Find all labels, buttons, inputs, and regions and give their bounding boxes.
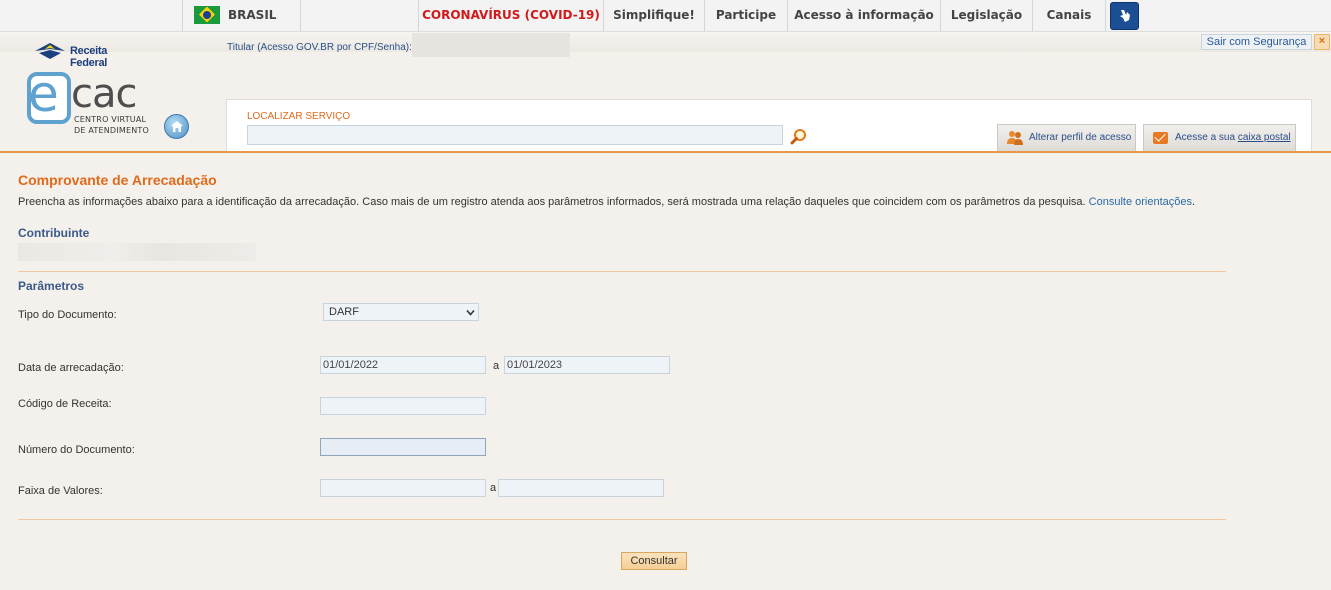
gov-brasil-label: BRASIL <box>228 8 277 22</box>
data-fim-input[interactable] <box>504 356 670 374</box>
search-label: LOCALIZAR SERVIÇO <box>247 111 351 122</box>
caixa-postal-button[interactable]: Acesse a sua caixa postal <box>1143 124 1296 151</box>
gov-brasil-link[interactable]: BRASIL <box>182 0 301 31</box>
tipo-documento-value: DARF <box>329 306 359 318</box>
receita-federal-mark-icon <box>35 43 65 59</box>
gov-legislacao-link[interactable]: Legislação <box>941 0 1033 31</box>
contribuinte-redacted <box>18 243 256 261</box>
users-icon <box>1007 131 1023 145</box>
instructions-text: Preencha as informações abaixo para a id… <box>18 196 1195 208</box>
tipo-documento-label: Tipo do Documento: <box>18 309 117 321</box>
consultar-button[interactable]: Consultar <box>621 552 687 570</box>
faixa-fim-input[interactable] <box>498 479 664 497</box>
numero-documento-input[interactable] <box>320 438 486 456</box>
libras-accessibility-icon[interactable] <box>1110 2 1139 30</box>
search-icon[interactable] <box>790 128 808 146</box>
consulte-orientacoes-link[interactable]: Consulte orientações <box>1089 196 1192 208</box>
home-icon[interactable] <box>164 114 189 139</box>
gov-participe-link[interactable]: Participe <box>705 0 788 31</box>
header-divider <box>0 151 1331 153</box>
gov-top-bar: BRASIL CORONAVÍRUS (COVID-19) Simplifiqu… <box>0 0 1331 32</box>
contribuinte-heading: Contribuinte <box>18 226 90 240</box>
ecac-logo[interactable]: e cac CENTRO VIRTUAL DE ATENDIMENTO <box>27 65 157 140</box>
ecac-e-letter: e <box>28 65 59 123</box>
titular-label: Titular (Acesso GOV.BR por CPF/Senha): <box>227 42 412 53</box>
search-input[interactable] <box>247 125 783 145</box>
header-band <box>0 32 1331 52</box>
gov-covid-link[interactable]: CORONAVÍRUS (COVID-19) <box>418 0 604 31</box>
ecac-cac-letters: cac <box>71 71 137 117</box>
parametros-heading: Parâmetros <box>18 279 85 293</box>
chevron-down-icon <box>466 309 475 316</box>
tipo-documento-select[interactable]: DARF <box>323 303 479 321</box>
form-divider <box>18 519 1226 520</box>
gov-simplifique-link[interactable]: Simplifique! <box>604 0 705 31</box>
ecac-subtitle-line1: CENTRO VIRTUAL <box>74 115 147 124</box>
close-icon[interactable]: × <box>1314 34 1330 50</box>
numero-documento-label: Número do Documento: <box>18 444 135 456</box>
alterar-perfil-button[interactable]: Alterar perfil de acesso <box>997 124 1136 151</box>
gov-acesso-informacao-link[interactable]: Acesso à informação <box>788 0 941 31</box>
receita-federal-label: Receita Federal <box>70 45 108 69</box>
envelope-icon <box>1153 132 1168 144</box>
codigo-receita-input[interactable] <box>320 397 486 415</box>
alterar-perfil-label: Alterar perfil de acesso <box>1029 132 1132 143</box>
sair-com-seguranca-button[interactable]: Sair com Segurança <box>1201 34 1312 50</box>
ecac-subtitle: CENTRO VIRTUAL DE ATENDIMENTO <box>74 114 149 136</box>
titular-name-redacted <box>412 33 570 57</box>
data-inicio-input[interactable] <box>320 356 486 374</box>
instructions-body: Preencha as informações abaixo para a id… <box>18 196 1089 208</box>
data-separator: a <box>493 360 500 372</box>
ecac-subtitle-line2: DE ATENDIMENTO <box>74 126 149 135</box>
faixa-separator: a <box>490 482 497 494</box>
caixa-postal-prefix: Acesse a sua <box>1175 132 1238 143</box>
section-divider <box>18 271 1226 272</box>
gov-canais-link[interactable]: Canais <box>1033 0 1106 31</box>
receita-federal-logo[interactable]: Receita Federal <box>33 39 143 69</box>
faixa-inicio-input[interactable] <box>320 479 486 497</box>
page-title: Comprovante de Arrecadação <box>18 172 217 188</box>
brazil-flag-icon <box>194 5 220 24</box>
data-arrecadacao-label: Data de arrecadação: <box>18 362 124 374</box>
caixa-postal-link[interactable]: caixa postal <box>1238 132 1291 143</box>
faixa-valores-label: Faixa de Valores: <box>18 485 103 497</box>
codigo-receita-label: Código de Receita: <box>18 398 112 410</box>
instructions-end: . <box>1191 196 1196 208</box>
